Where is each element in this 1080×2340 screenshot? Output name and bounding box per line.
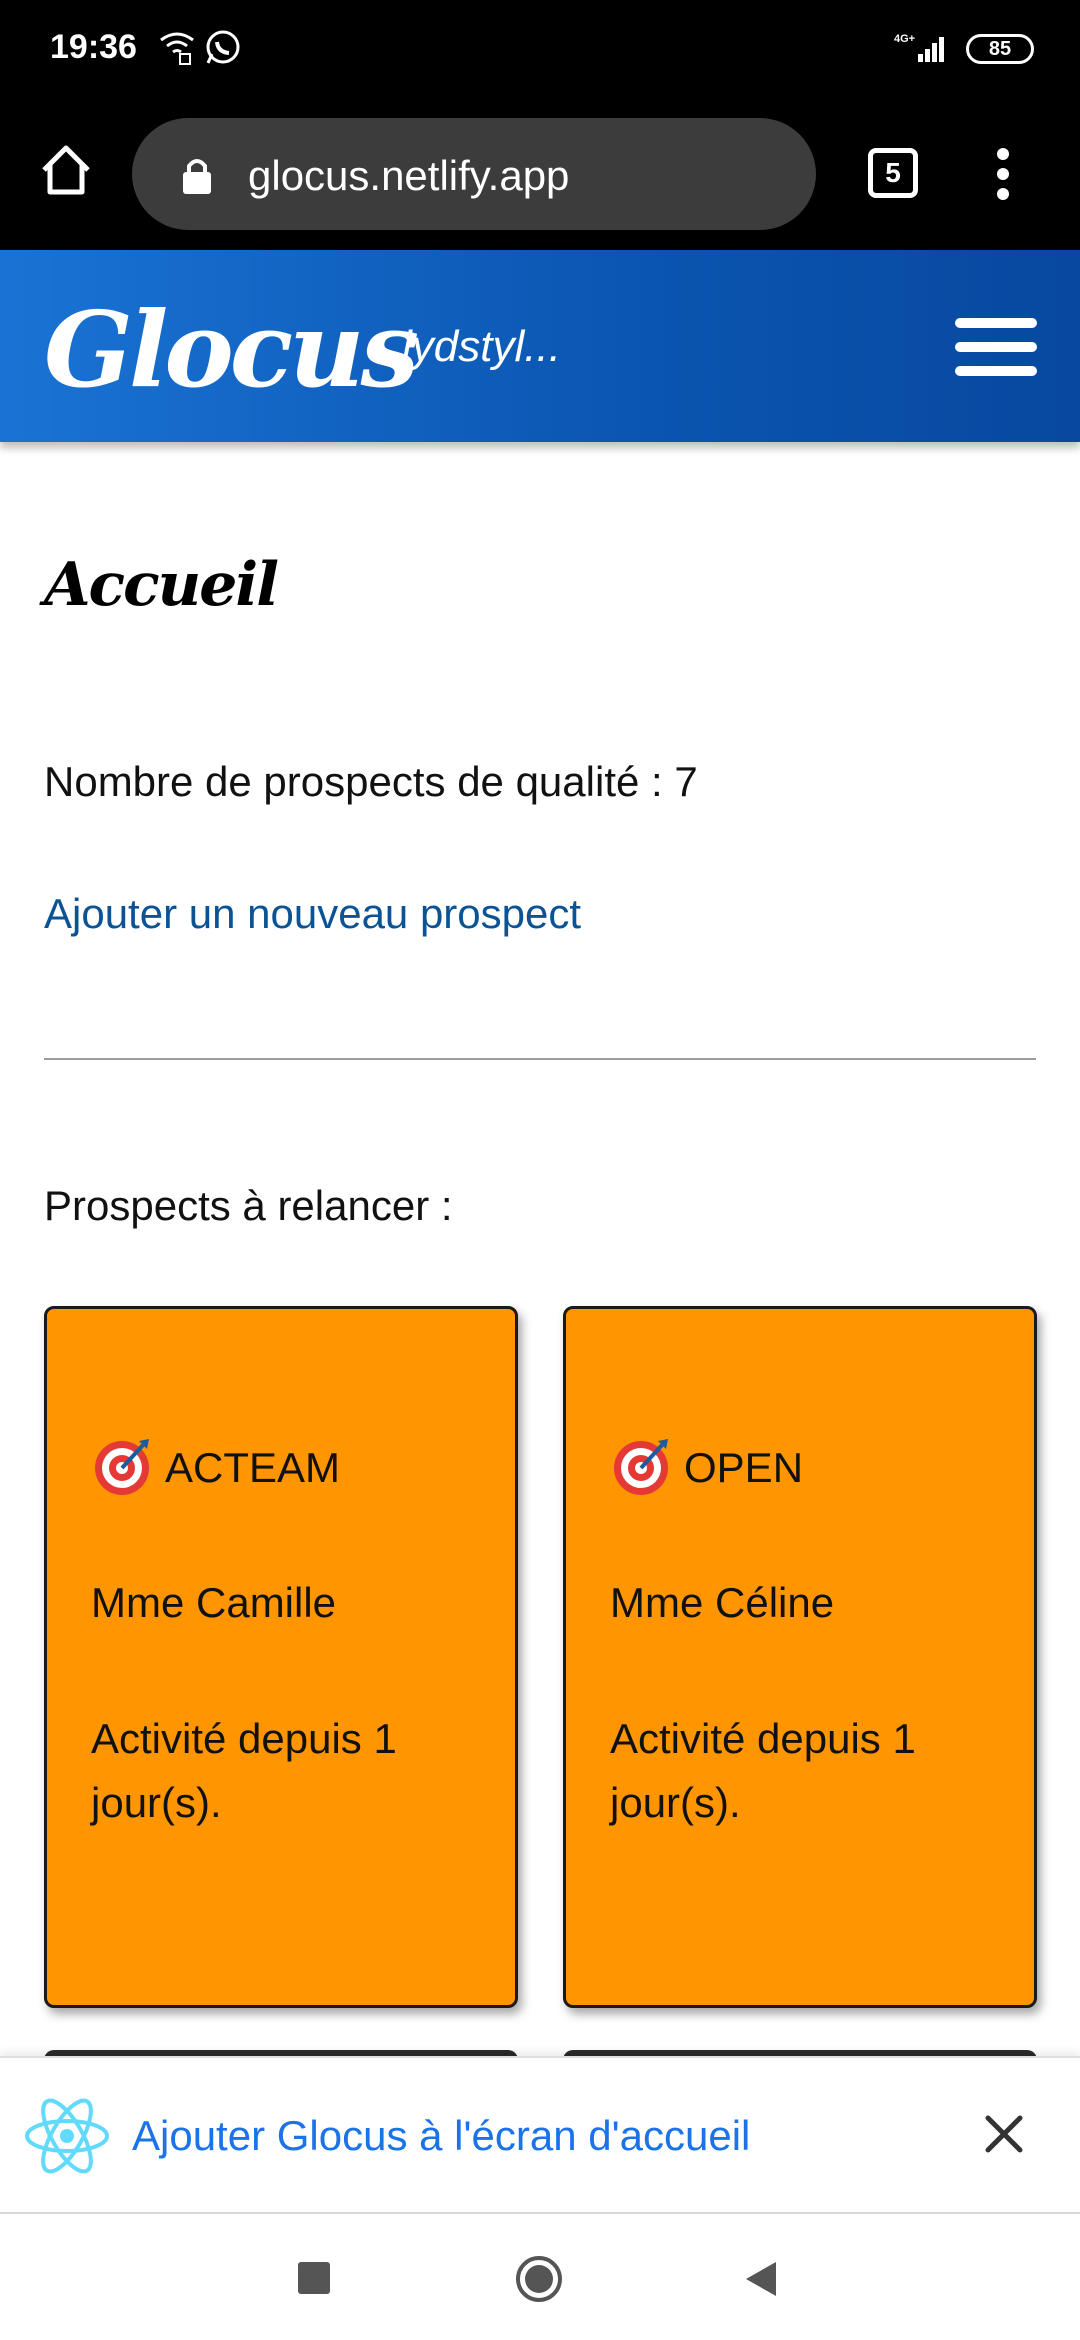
url-text: glocus.netlify.app: [248, 152, 570, 199]
target-icon: [610, 1435, 672, 1507]
page-title: Accueil: [44, 550, 279, 620]
status-bar: 19:36 4G+ 85: [0, 0, 1080, 98]
app-logo[interactable]: Glocus: [44, 288, 419, 411]
address-bar[interactable]: glocus.netlify.app: [132, 118, 816, 230]
divider: [44, 1058, 1036, 1060]
system-home-button[interactable]: [514, 2254, 564, 2309]
quality-prospects-count: Nombre de prospects de qualité : 7: [44, 758, 698, 805]
hamburger-menu-button[interactable]: [955, 318, 1037, 378]
prospect-card[interactable]: ACTEAM Mme Camille Activité depuis 1 jou…: [44, 1306, 518, 2008]
app-header: Glocus lydstyl...: [0, 250, 1080, 442]
home-circle-icon: [516, 2256, 562, 2302]
browser-toolbar: glocus.netlify.app 5: [0, 98, 1080, 250]
hamburger-line: [955, 366, 1037, 376]
card-company: OPEN: [684, 1444, 804, 1492]
prospect-card[interactable]: OPEN Mme Céline Activité depuis 1 jour(s…: [563, 1306, 1037, 2008]
network-type: 4G+: [894, 33, 915, 45]
status-time: 19:36: [50, 28, 137, 66]
card-company: ACTEAM: [165, 1444, 341, 1492]
browser-home-button[interactable]: [38, 142, 94, 198]
whatsapp-icon: [204, 28, 242, 71]
lock-icon: [180, 156, 214, 201]
add-to-home-text[interactable]: Ajouter Glocus à l'écran d'accueil: [132, 2112, 750, 2160]
card-company-row: ACTEAM: [91, 1435, 340, 1507]
card-activity: Activité depuis 1 jour(s).: [91, 1715, 397, 1826]
close-banner-button[interactable]: [982, 2112, 1026, 2156]
wifi-icon: [158, 28, 196, 71]
more-vert-icon: [997, 148, 1009, 200]
system-nav-bar: [0, 2212, 1080, 2340]
close-icon: [985, 2115, 1023, 2153]
back-icon: [746, 2262, 776, 2296]
card-contact: Mme Camille: [91, 1579, 337, 1626]
card-activity: Activité depuis 1 jour(s).: [610, 1715, 916, 1826]
card-company-row: OPEN: [610, 1435, 803, 1507]
battery-indicator: 85: [966, 34, 1034, 64]
target-icon: [91, 1435, 153, 1507]
browser-menu-button[interactable]: [990, 146, 1016, 202]
home-icon: [42, 145, 90, 195]
signal-icon: 4G+: [890, 30, 950, 69]
add-to-home-banner[interactable]: Ajouter Glocus à l'écran d'accueil: [0, 2056, 1080, 2212]
card-contact: Mme Céline: [610, 1579, 835, 1626]
prospects-to-follow-up-title: Prospects à relancer :: [44, 1182, 453, 1229]
user-name: lydstyl...: [402, 322, 561, 371]
recents-button[interactable]: [298, 2262, 330, 2294]
add-prospect-link[interactable]: Ajouter un nouveau prospect: [44, 890, 581, 938]
back-button[interactable]: [742, 2260, 778, 2303]
hamburger-line: [955, 318, 1037, 328]
hamburger-line: [955, 342, 1037, 352]
react-icon: [22, 2094, 112, 2183]
tab-switcher-button[interactable]: 5: [868, 148, 918, 198]
